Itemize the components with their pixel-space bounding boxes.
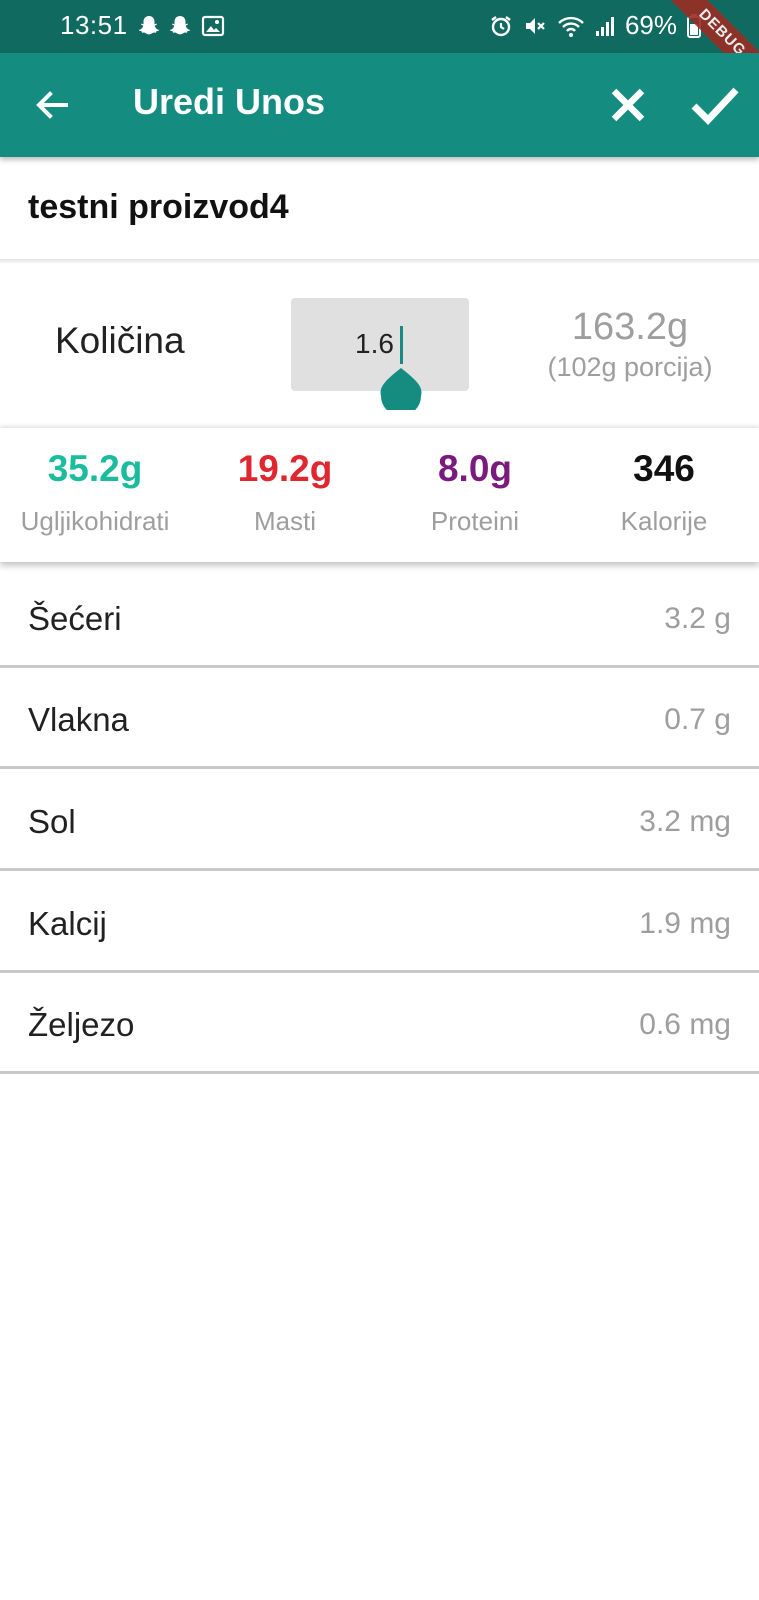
macro-value: 19.2g (237, 448, 333, 489)
check-icon (691, 87, 739, 126)
macro-label: Proteini (430, 506, 520, 536)
macro-value: 35.2g (47, 448, 143, 489)
nutrient-name: Sol (28, 803, 76, 840)
back-button[interactable] (32, 85, 72, 125)
status-time: 13:51 (60, 10, 128, 40)
snapchat-icon (137, 12, 161, 40)
nutrient-value: 1.9 mg (639, 907, 731, 940)
nutrient-value: 3.2 mg (639, 805, 731, 838)
signal-icon (595, 15, 615, 37)
nutrient-value: 3.2 g (664, 602, 731, 635)
macro-calories: 346 Kalorije (569, 428, 759, 537)
battery-percent: 69% (624, 10, 677, 40)
alarm-icon (489, 14, 513, 38)
nutrient-row-salt: Sol 3.2 mg (0, 771, 759, 871)
cursor-handle-icon[interactable] (379, 358, 423, 410)
macro-label: Masti (253, 506, 317, 536)
portion-size: (102g porcija) (547, 352, 713, 382)
product-name: testni proizvod4 (28, 188, 289, 226)
macro-label: Kalorije (620, 506, 708, 536)
macro-protein: 8.0g Proteini (380, 428, 570, 537)
save-button[interactable] (690, 81, 740, 129)
quantity-input[interactable]: 1.6 (291, 298, 469, 410)
nutrient-value: 0.6 mg (639, 1008, 731, 1041)
nutrient-name: Šećeri (28, 600, 122, 637)
gallery-icon (201, 12, 225, 40)
close-icon (611, 88, 645, 122)
nutrient-name: Kalcij (28, 905, 107, 942)
nutrient-value: 0.7 g (664, 703, 731, 736)
macro-value: 8.0g (437, 448, 513, 489)
snapchat-icon (168, 12, 192, 40)
back-arrow-icon (36, 91, 68, 119)
macro-fat: 19.2g Masti (190, 428, 380, 537)
app-bar: Uredi Unos (0, 53, 759, 157)
nutrient-name: Vlakna (28, 701, 129, 738)
page-title: Uredi Unos (133, 81, 326, 122)
macro-value: 346 (633, 448, 695, 489)
cancel-button[interactable] (606, 83, 650, 127)
nutrient-name: Željezo (28, 1006, 135, 1043)
macro-carbs: 35.2g Ugljikohidrati (0, 428, 190, 537)
macro-label: Ugljikohidrati (20, 506, 170, 536)
quantity-grams: 163.2g (571, 306, 689, 348)
wifi-icon (557, 14, 585, 38)
quantity-value: 1.6 (355, 328, 394, 359)
macros-card: 35.2g Ugljikohidrati 19.2g Masti 8.0g Pr… (0, 428, 759, 562)
nutrient-row-iron: Željezo 0.6 mg (0, 974, 759, 1074)
quantity-label: Količina (55, 320, 185, 361)
nutrient-row-sugars: Šećeri 3.2 g (0, 568, 759, 668)
nutrient-row-calcium: Kalcij 1.9 mg (0, 873, 759, 973)
nutrient-row-fiber: Vlakna 0.7 g (0, 669, 759, 769)
status-bar: 13:51 69% DEBUG (0, 0, 759, 96)
status-indicators: 69% (489, 10, 701, 41)
mute-icon (523, 14, 547, 38)
divider (0, 259, 759, 263)
